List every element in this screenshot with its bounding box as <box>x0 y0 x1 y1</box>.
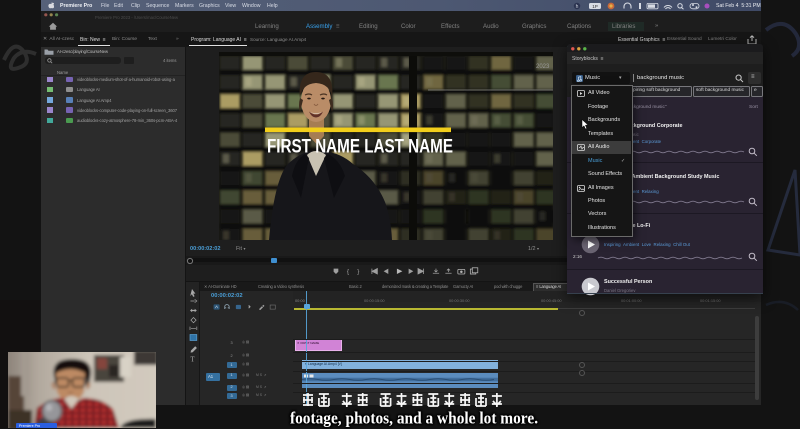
svg-text:T: T <box>190 356 195 364</box>
svg-text:1P: 1P <box>592 4 598 9</box>
svg-text:}: } <box>357 269 360 276</box>
svg-text:h: h <box>576 4 579 10</box>
svg-text:{: { <box>347 269 350 276</box>
svg-text:2023: 2023 <box>536 64 550 70</box>
svg-text:FIRST NAME LAST NAME: FIRST NAME LAST NAME <box>267 136 453 158</box>
